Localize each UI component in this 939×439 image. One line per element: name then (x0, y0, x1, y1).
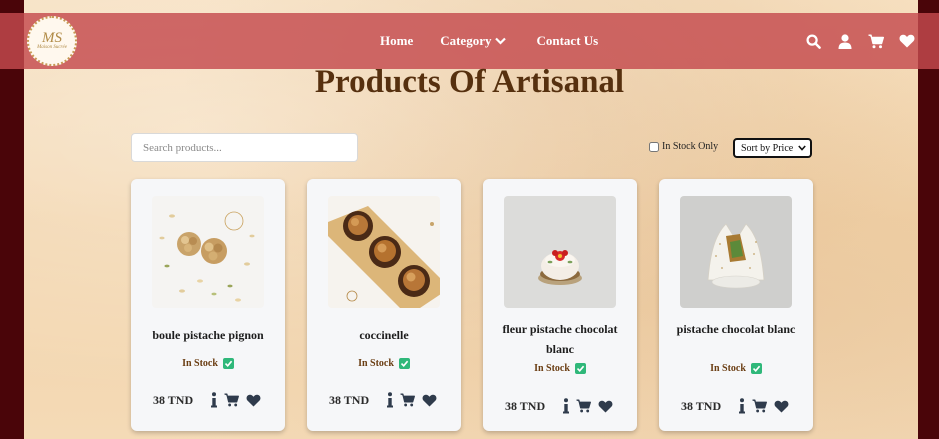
nav-category-dropdown[interactable]: Category (440, 33, 507, 49)
info-icon[interactable] (739, 398, 745, 414)
product-footer: 38 TND (483, 396, 637, 416)
page-title: Products Of Artisanal (314, 64, 625, 100)
product-image[interactable] (328, 196, 440, 308)
cart-icon[interactable] (752, 399, 767, 413)
stock-status: In Stock (131, 358, 285, 369)
product-price: 38 TND (505, 398, 546, 413)
in-stock-label: In Stock Only (662, 141, 719, 152)
product-card[interactable]: boule pistache pignon In Stock 38 TND (131, 179, 285, 431)
search-icon[interactable] (805, 33, 822, 50)
logo-monogram: MS (42, 30, 62, 46)
product-name[interactable]: pistache chocolat blanc (667, 319, 805, 339)
nav-links: Home Category Contact Us (380, 13, 598, 69)
stock-status: In Stock (307, 358, 461, 369)
logo-subtitle: Maison Sucrée (37, 45, 67, 50)
info-icon[interactable] (563, 398, 569, 414)
in-stock-filter[interactable]: In Stock Only (649, 141, 718, 152)
product-price: 38 TND (153, 392, 194, 407)
product-price: 38 TND (681, 398, 722, 413)
in-stock-checkbox[interactable] (649, 141, 659, 152)
chevron-down-icon (798, 143, 806, 154)
sort-select-value: Sort by Price (741, 142, 794, 154)
product-actions (739, 398, 789, 414)
product-card[interactable]: fleur pistache chocolat blanc In Stock 3… (483, 179, 637, 431)
brand-logo[interactable]: MS Maison Sucrée (27, 16, 77, 66)
stock-status-label: In Stock (710, 363, 746, 374)
stock-status: In Stock (659, 363, 813, 374)
nav-category-label: Category (440, 33, 492, 48)
check-icon (398, 358, 410, 369)
product-image[interactable] (504, 196, 616, 308)
product-price: 38 TND (329, 392, 370, 407)
heart-icon[interactable] (422, 394, 437, 407)
product-footer: 38 TND (659, 396, 813, 416)
stock-status: In Stock (483, 363, 637, 374)
product-actions (387, 392, 437, 408)
product-name[interactable]: boule pistache pignon (139, 325, 277, 345)
check-icon (222, 358, 234, 369)
navbar: MS Maison Sucrée Home Category Contact U… (0, 13, 939, 69)
stock-status-label: In Stock (182, 358, 218, 369)
nav-home-link[interactable]: Home (380, 33, 413, 49)
check-icon (750, 363, 762, 374)
user-icon[interactable] (836, 33, 853, 50)
heart-icon[interactable] (246, 394, 261, 407)
product-actions (211, 392, 261, 408)
stock-status-label: In Stock (534, 363, 570, 374)
cart-icon[interactable] (400, 393, 415, 407)
info-icon[interactable] (387, 392, 393, 408)
heart-icon[interactable] (898, 33, 915, 50)
sort-select[interactable]: Sort by Price (733, 138, 812, 158)
stock-status-label: In Stock (358, 358, 394, 369)
info-icon[interactable] (211, 392, 217, 408)
nav-contact-link[interactable]: Contact Us (536, 33, 598, 49)
chevron-down-icon (495, 33, 507, 49)
product-name[interactable]: fleur pistache chocolat blanc (491, 319, 629, 359)
product-footer: 38 TND (307, 390, 461, 410)
cart-icon[interactable] (576, 399, 591, 413)
product-image[interactable] (680, 196, 792, 308)
product-actions (563, 398, 613, 414)
heart-icon[interactable] (598, 400, 613, 413)
product-name[interactable]: coccinelle (315, 325, 453, 345)
search-input[interactable] (131, 133, 358, 162)
product-footer: 38 TND (131, 390, 285, 410)
cart-icon[interactable] (224, 393, 239, 407)
product-image[interactable] (152, 196, 264, 308)
check-icon (574, 363, 586, 374)
product-card[interactable]: pistache chocolat blanc In Stock 38 TND (659, 179, 813, 431)
nav-icon-group (805, 13, 915, 69)
heart-icon[interactable] (774, 400, 789, 413)
product-card[interactable]: coccinelle In Stock 38 TND (307, 179, 461, 431)
cart-icon[interactable] (867, 33, 884, 50)
